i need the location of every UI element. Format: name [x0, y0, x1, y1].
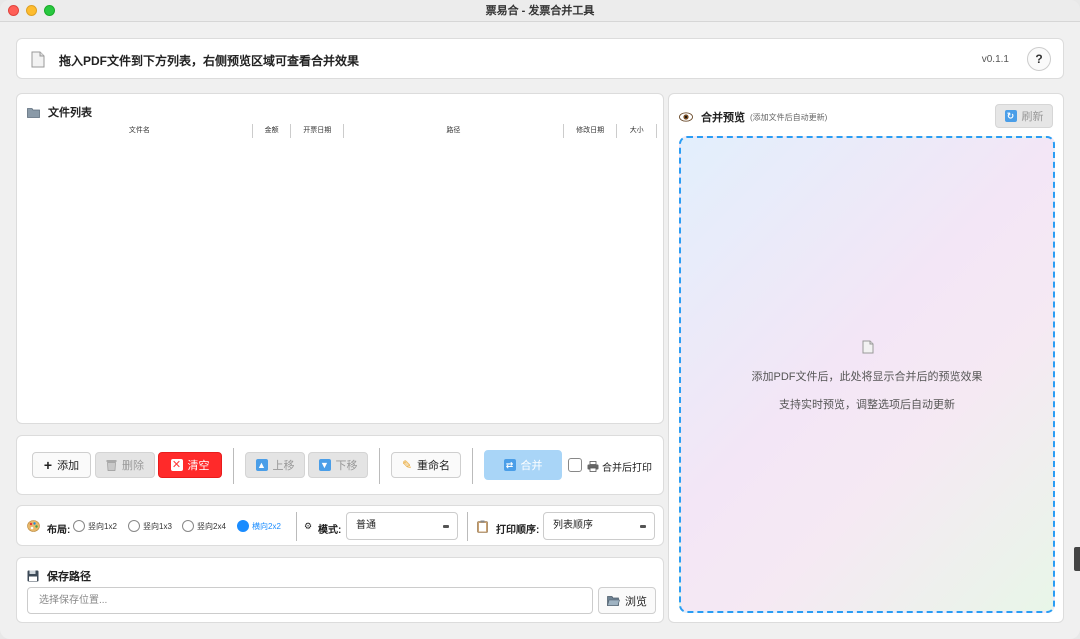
window-title: 票易合 - 发票合并工具: [485, 5, 595, 17]
options-divider: [296, 512, 297, 541]
folder-icon: [27, 107, 40, 118]
floppy-icon: [27, 570, 39, 582]
clipboard-icon: [477, 520, 488, 533]
select-caret-icon: [443, 525, 449, 528]
x-icon: ✕: [170, 459, 183, 471]
toolbar-divider: [472, 448, 473, 484]
scroll-handle[interactable]: [1074, 547, 1080, 571]
gear-icon: ⚙: [304, 521, 313, 531]
print-order-select[interactable]: 列表顺序: [543, 512, 655, 540]
app-window: 票易合 - 发票合并工具 拖入PDF文件到下方列表，右侧预览区域可查看合并效果 …: [0, 0, 1080, 639]
print-after-merge-checkbox[interactable]: [568, 458, 582, 472]
rename-button[interactable]: ✎ 重命名: [391, 452, 461, 478]
arrow-up-icon: ▲: [255, 459, 268, 471]
file-list-panel: 文件列表 文件名 金额 开票日期 路径 修改日期 大小: [16, 93, 664, 424]
toolbar-divider: [233, 448, 234, 484]
column-size[interactable]: 大小: [617, 124, 657, 138]
column-amount[interactable]: 金额: [253, 124, 292, 138]
column-modified-date[interactable]: 修改日期: [564, 124, 618, 138]
action-toolbar: + 添加 删除 ✕ 清空 ▲ 上移 ▼ 下移 ✎ 重命名 ⇄ 合并 合并后打印: [16, 435, 664, 495]
save-path-heading: 保存路径: [27, 568, 91, 584]
window-controls: [8, 5, 55, 16]
preview-panel: 合并预览 (添加文件后自动更新) ↻ 刷新 添加PDF文件后，此处将显示合并后的…: [668, 93, 1064, 623]
layout-option-1x3[interactable]: 竖向1x3: [128, 520, 172, 532]
close-window-button[interactable]: [8, 5, 19, 16]
file-list-title: 文件列表: [48, 107, 92, 119]
preview-title: 合并预览: [701, 112, 745, 124]
move-down-button[interactable]: ▼ 下移: [308, 452, 368, 478]
mode-label: 模式:: [318, 525, 342, 536]
select-caret-icon: [640, 525, 646, 528]
preview-empty-message: 添加PDF文件后，此处将显示合并后的预览效果: [751, 371, 983, 383]
layout-option-1x2[interactable]: 竖向1x2: [73, 520, 117, 532]
instruction-text: 拖入PDF文件到下方列表，右侧预览区域可查看合并效果: [59, 54, 360, 68]
file-list-heading: 文件列表: [27, 104, 92, 120]
merge-button[interactable]: ⇄ 合并: [484, 450, 562, 480]
save-path-panel: 保存路径 浏览: [16, 557, 664, 623]
preview-heading: 合并预览 (添加文件后自动更新): [679, 109, 827, 125]
column-path[interactable]: 路径: [344, 124, 564, 138]
layout-option-landscape-2x2[interactable]: 横向2x2: [237, 520, 281, 532]
minimize-window-button[interactable]: [26, 5, 37, 16]
print-after-merge-label: 合并后打印: [587, 459, 652, 474]
preview-subtitle: (添加文件后自动更新): [750, 112, 828, 122]
trash-icon: [106, 460, 117, 471]
printer-icon: [587, 461, 599, 472]
refresh-button[interactable]: ↻ 刷新: [995, 104, 1053, 128]
delete-button[interactable]: 删除: [95, 452, 155, 478]
layout-label: 布局:: [47, 525, 71, 536]
print-order-label: 打印顺序:: [496, 525, 540, 536]
document-icon: [862, 340, 874, 354]
title-bar: 票易合 - 发票合并工具: [0, 0, 1080, 22]
open-folder-icon: [607, 596, 620, 606]
layout-option-2x4[interactable]: 竖向2x4: [182, 520, 226, 532]
column-filename[interactable]: 文件名: [27, 124, 253, 138]
version-label: v0.1.1: [981, 54, 1009, 65]
shuffle-icon: ⇄: [503, 459, 516, 471]
column-invoice-date[interactable]: 开票日期: [291, 124, 344, 138]
pencil-icon: ✎: [401, 458, 413, 472]
plus-icon: +: [43, 457, 53, 473]
preview-drop-area[interactable]: 添加PDF文件后，此处将显示合并后的预览效果 支持实时预览，调整选项后自动更新: [679, 136, 1055, 613]
move-up-button[interactable]: ▲ 上移: [245, 452, 305, 478]
document-icon: [31, 51, 45, 68]
eye-icon: [679, 112, 693, 122]
browse-button[interactable]: 浏览: [598, 587, 656, 614]
file-table-header: 文件名 金额 开票日期 路径 修改日期 大小: [27, 124, 657, 138]
arrow-down-icon: ▼: [318, 459, 331, 471]
toolbar-divider: [379, 448, 380, 484]
help-button[interactable]: ?: [1027, 47, 1051, 71]
mode-select[interactable]: 普通: [346, 512, 458, 540]
add-button[interactable]: + 添加: [32, 452, 91, 478]
maximize-window-button[interactable]: [44, 5, 55, 16]
preview-empty-hint: 支持实时预览，调整选项后自动更新: [779, 399, 955, 411]
refresh-icon: ↻: [1004, 110, 1017, 122]
options-divider: [467, 512, 468, 541]
options-panel: 布局: 竖向1x2 竖向1x3 竖向2x4 横向2x2 ⚙ 模式: 普通 打印顺…: [16, 505, 664, 546]
header-panel: 拖入PDF文件到下方列表，右侧预览区域可查看合并效果 v0.1.1 ?: [16, 38, 1064, 79]
palette-icon: [27, 520, 40, 532]
save-path-title: 保存路径: [47, 571, 91, 583]
clear-button[interactable]: ✕ 清空: [158, 452, 222, 478]
save-path-input[interactable]: [27, 587, 593, 614]
